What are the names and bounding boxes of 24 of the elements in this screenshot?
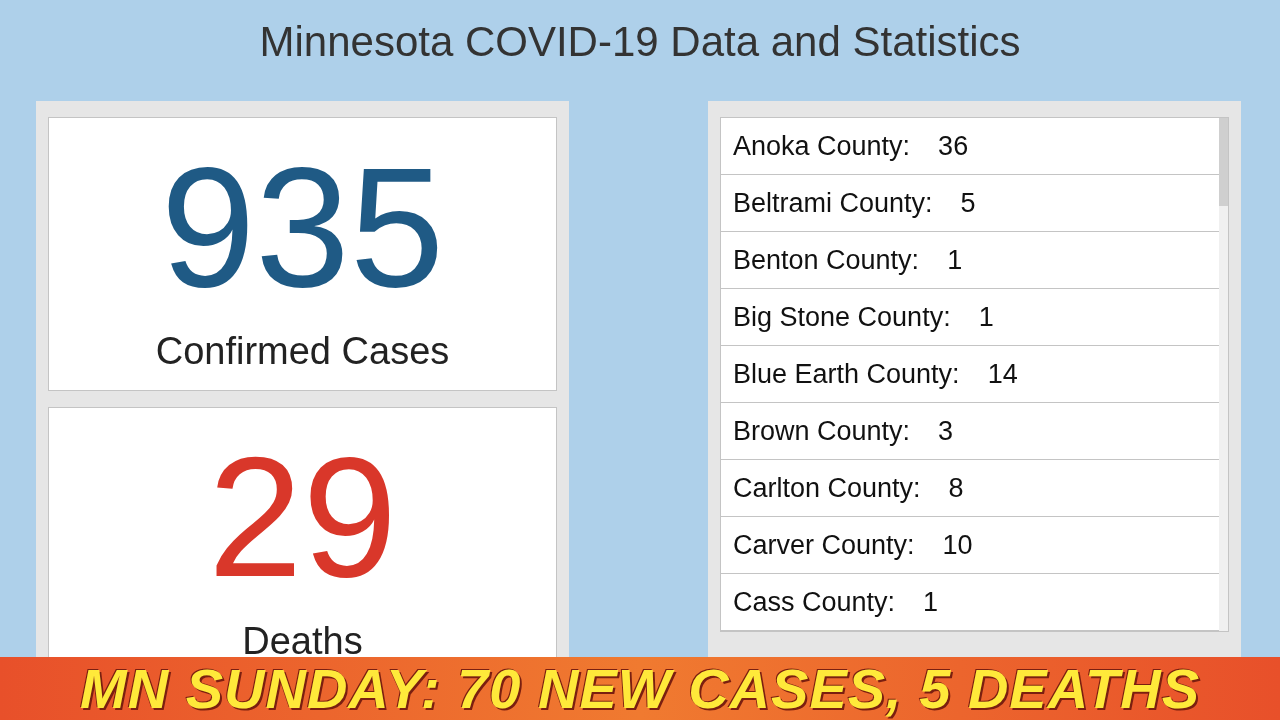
county-count: 36 [938,130,969,162]
county-count: 10 [942,529,973,561]
scrollbar-thumb[interactable] [1219,118,1228,206]
county-count: 1 [978,301,994,333]
stat-value: 29 [207,432,398,602]
county-name: Brown County: [733,415,911,447]
county-name: Blue Earth County: [733,358,960,390]
county-count: 1 [923,586,939,618]
county-count: 14 [987,358,1018,390]
county-name: Anoka County: [733,130,911,162]
county-name: Beltrami County: [733,187,933,219]
stat-label: Confirmed Cases [155,330,450,373]
headline-banner: MN SUNDAY: 70 NEW CASES, 5 DEATHS [0,657,1280,720]
county-name: Carlton County: [733,472,921,504]
page-title: Minnesota COVID-19 Data and Statistics [258,17,1022,67]
stat-value: 935 [160,142,445,312]
county-count: 5 [960,187,976,219]
county-name: Cass County: [733,586,896,618]
county-count: 1 [947,244,963,276]
county-name: Big Stone County: [733,301,951,333]
county-name: Benton County: [733,244,920,276]
county-count: 8 [948,472,964,504]
county-name: Carver County: [733,529,915,561]
county-count: 3 [938,415,954,447]
